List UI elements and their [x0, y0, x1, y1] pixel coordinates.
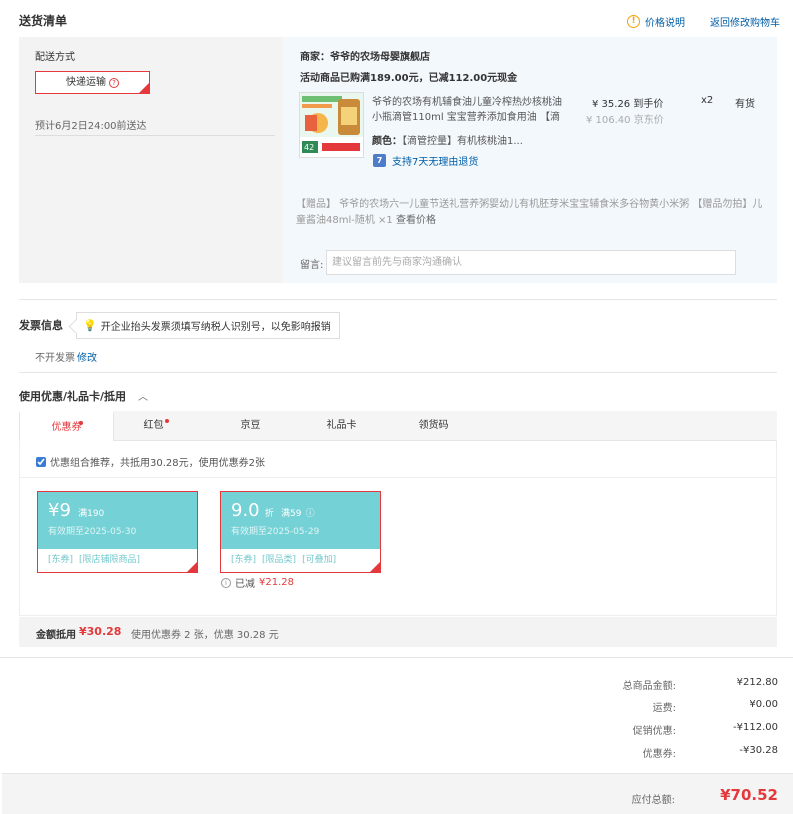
coupon-condition: 满190 — [78, 509, 105, 519]
invoice-section-title: 发票信息 — [19, 319, 63, 332]
coupon-saved: i 已减 ¥21.28 — [221, 575, 294, 590]
summary-label-coupon: 优惠券: — [642, 749, 676, 760]
help-icon[interactable]: ? — [109, 78, 119, 88]
coupon-card[interactable]: 9.0 折 满59 ⓘ 有效期至2025-05-29 [东券] [限品类] [可叠加… — [220, 491, 381, 573]
recommend-combo-text: 优惠组合推荐，共抵用30.28元，使用优惠券2张 — [50, 458, 265, 469]
tab-label: 礼品卡 — [326, 420, 357, 431]
shop-name: 商家：爷爷的农场母婴旗舰店 — [300, 52, 430, 63]
product-color-label: 颜色： — [372, 136, 402, 147]
gift-item: 【赠品】 爷爷的农场六一儿童节送礼营养粥婴幼儿有机胚芽米宝宝辅食米多谷物黄小米粥… — [296, 197, 764, 229]
coupon-amount-unit: 折 — [264, 509, 274, 519]
info-icon[interactable]: ⓘ — [306, 506, 315, 519]
tab-label: 红包 — [143, 420, 164, 431]
coupon-tags: [东券] [限店铺限商品] — [38, 549, 197, 572]
selected-check-icon — [369, 561, 381, 573]
coupon-tag: [限店铺限商品] — [79, 555, 141, 565]
total-amount: ¥70.52 — [720, 786, 778, 804]
total-label: 应付总额: — [631, 795, 675, 806]
product-title-link[interactable]: 爷爷的农场有机辅食油儿童冷榨热炒核桃油小瓶滴管110ml 宝宝营养添加食用油 【… — [372, 95, 568, 125]
divider — [19, 372, 777, 373]
delivery-method-label: 配送方式 — [35, 52, 75, 63]
product-color-value: 【滴管控量】有机核桃油1... — [402, 136, 523, 147]
selected-check-icon — [138, 82, 150, 94]
price-explain-label[interactable]: 价格说明 — [645, 14, 685, 29]
divider — [35, 135, 275, 136]
summary-label-promotion: 促销优惠: — [632, 726, 676, 737]
deduct-amount: ¥30.28 — [79, 625, 122, 638]
coupon-tag: [可叠加] — [302, 555, 337, 565]
coupon-tag: [东券] — [231, 555, 257, 565]
tab-label: 优惠券 — [51, 422, 82, 433]
promo-summary: 活动商品已购满189.00元，已减112.00元现金 — [300, 73, 518, 84]
coupon-card-header: ¥9 满190 有效期至2025-05-30 — [38, 492, 197, 549]
coupon-tag: [东券] — [48, 555, 74, 565]
express-shipping-option[interactable]: 快递运输? — [35, 71, 150, 94]
remark-label: 留言: — [300, 260, 324, 271]
final-price: ¥ 35.26 到手价 — [592, 99, 664, 110]
summary-label-freight: 运费: — [652, 703, 676, 714]
product-image[interactable]: 42 — [299, 92, 364, 158]
product-thumbnail-graphic: 42 — [300, 93, 363, 157]
saved-amount: ¥21.28 — [259, 577, 294, 588]
tab-label: 领货码 — [418, 420, 449, 431]
express-shipping-label: 快递运输 — [66, 77, 106, 88]
invoice-tooltip: 💡 开企业抬头发票须填写纳税人识别号，以免影响报销 — [76, 312, 340, 339]
quantity: x2 — [701, 95, 714, 106]
divider — [0, 657, 793, 658]
tab-gift-cards[interactable]: 礼品卡 — [294, 411, 389, 442]
tab-label: 京豆 — [240, 420, 261, 431]
return-policy-label: 支持7天无理由退货 — [392, 157, 479, 168]
summary-value-promotion: -¥112.00 — [733, 722, 778, 733]
coupon-tags: [东券] [限品类] [可叠加] — [221, 549, 380, 572]
info-icon[interactable]: i — [221, 577, 231, 588]
section-title-delivery-list: 送货清单 — [19, 14, 68, 28]
warning-icon: ! — [627, 15, 640, 28]
deduct-description: 使用优惠券 2 张，优惠 30.28 元 — [131, 630, 279, 641]
divider — [19, 299, 777, 300]
view-price-link[interactable]: 查看价格 — [396, 215, 436, 226]
recommend-combo-row[interactable]: 优惠组合推荐，共抵用30.28元，使用优惠券2张 — [36, 454, 265, 469]
remark-input[interactable] — [326, 250, 736, 275]
gift-text: 【赠品】 爷爷的农场六一儿童节送礼营养粥婴幼儿有机胚芽米宝宝辅食米多谷物黄小米粥… — [296, 199, 763, 226]
deduct-label: 金额抵用 — [36, 630, 76, 641]
lightbulb-icon: 💡 — [83, 319, 97, 332]
coupon-tag: [限品类] — [262, 555, 297, 565]
coupon-amount: 9.0 — [231, 500, 260, 521]
summary-label-goods-total: 总商品金额: — [622, 681, 676, 692]
tab-red-packets[interactable]: 红包 — [106, 411, 201, 442]
notification-dot — [79, 421, 83, 425]
coupon-section-title: 使用优惠/礼品卡/抵用 — [19, 390, 127, 403]
tab-pickup-code[interactable]: 领货码 — [386, 411, 481, 442]
invoice-value: 不开发票 — [35, 353, 75, 364]
jd-price: ¥ 106.40 京东价 — [586, 115, 664, 126]
coupon-validity: 有效期至2025-05-29 — [231, 527, 320, 537]
coupon-card-header: 9.0 折 满59 ⓘ 有效期至2025-05-29 — [221, 492, 380, 549]
summary-value-goods-total: ¥212.80 — [736, 677, 778, 688]
coupon-validity: 有效期至2025-05-30 — [48, 527, 137, 537]
saved-label: 已减 — [235, 579, 255, 590]
coupon-condition: 满59 — [281, 509, 302, 519]
tab-coupons[interactable]: 优惠券 — [19, 411, 114, 442]
return-policy-icon: 7 — [373, 154, 386, 167]
image-badge-text: 42 — [304, 143, 314, 152]
tab-jd-beans[interactable]: 京豆 — [203, 411, 298, 442]
stock-status: 有货 — [735, 99, 755, 110]
invoice-tip-text: 开企业抬头发票须填写纳税人识别号，以免影响报销 — [100, 322, 331, 333]
divider — [19, 477, 777, 478]
notification-dot — [165, 419, 169, 423]
price-explain-link[interactable]: ! 价格说明 — [627, 14, 685, 29]
chevron-up-icon[interactable]: ︿ — [138, 388, 148, 403]
coupon-amount: ¥9 — [48, 500, 71, 521]
back-to-cart-link[interactable]: 返回修改购物车 — [710, 14, 780, 29]
return-policy[interactable]: 7 支持7天无理由退货 — [373, 153, 478, 168]
coupon-card[interactable]: ¥9 满190 有效期至2025-05-30 [东券] [限店铺限商品] — [37, 491, 198, 573]
invoice-edit-link[interactable]: 修改 — [77, 349, 97, 364]
summary-value-freight: ¥0.00 — [749, 699, 778, 710]
product-color: 颜色：【滴管控量】有机核桃油1... — [372, 132, 562, 147]
summary-value-coupon: -¥30.28 — [739, 745, 778, 756]
delivery-eta: 预计6月2日24:00前送达 — [35, 121, 147, 132]
selected-check-icon — [186, 561, 198, 573]
recommend-combo-checkbox[interactable] — [36, 456, 46, 467]
